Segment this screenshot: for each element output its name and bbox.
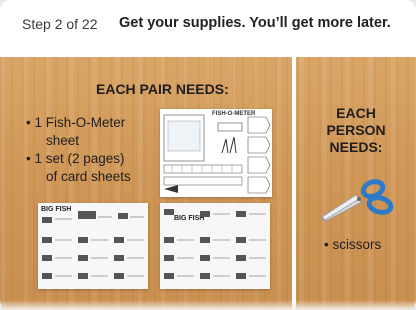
pair-item-cards: • 1 set (2 pages) (26, 151, 125, 166)
fish-o-meter-sheet: FISH-O-METER (160, 109, 272, 197)
scissors-icon (321, 179, 394, 222)
card-sheet-1: BIG FISH (38, 203, 148, 289)
header: Step 2 of 22 Get your supplies. You’ll g… (0, 0, 416, 57)
fish-o-meter-drawing (163, 114, 271, 194)
pair-item-meter-cont: sheet (46, 133, 80, 148)
pair-needs-heading: EACH PAIR NEEDS: (96, 81, 229, 97)
person-heading-line-1: EACH (336, 105, 376, 121)
person-needs-heading: EACH PERSON NEEDS: (296, 105, 416, 156)
pair-item-cards-cont: of card sheets (46, 169, 131, 184)
step-title: Get your supplies. You’ll get more later… (119, 15, 391, 31)
supplies-image: EACH PAIR NEEDS: • 1 Fish-O-Meter sheet … (0, 57, 416, 310)
person-heading-line-3: NEEDS: (329, 139, 383, 155)
step-counter: Step 2 of 22 (22, 16, 98, 32)
person-item-scissors: • scissors (324, 237, 382, 252)
card-sheet-1-grid (42, 211, 144, 279)
person-heading-line-2: PERSON (326, 122, 386, 138)
card-sheet-2-grid (164, 209, 266, 279)
board-bottom-edge (0, 300, 416, 310)
card-sheet-2: BIG FISH (160, 203, 270, 289)
lesson-card: Step 2 of 22 Get your supplies. You’ll g… (0, 0, 416, 310)
panel-divider (292, 57, 296, 310)
pair-item-meter: • 1 Fish-O-Meter (26, 115, 126, 130)
